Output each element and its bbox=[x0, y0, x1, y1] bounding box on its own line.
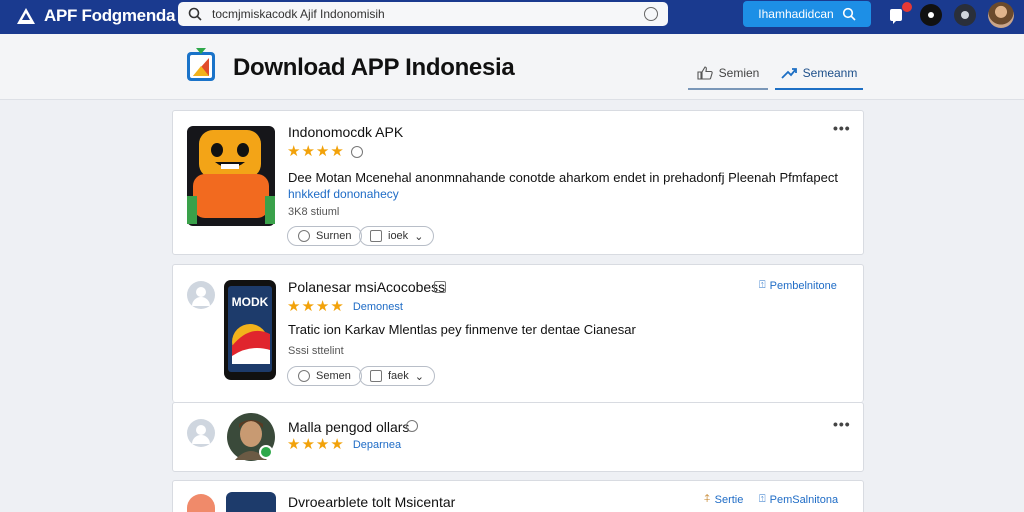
action-pill-label: faek bbox=[388, 370, 409, 382]
download-icon bbox=[370, 230, 382, 242]
app-description: Tratic ion Karkav Mlentlas pey finmenve … bbox=[288, 322, 636, 337]
bookmark-icon: ⍐ bbox=[759, 279, 766, 291]
search-icon bbox=[842, 7, 856, 21]
thumbs-up-icon bbox=[697, 66, 713, 80]
star-icon: ★ bbox=[315, 436, 330, 453]
app-icon-phone bbox=[226, 492, 276, 512]
install-link[interactable]: ⍐ PemSalnitona bbox=[759, 493, 838, 506]
chevron-down-icon: ⌄ bbox=[414, 230, 424, 243]
action-pill-label: Semen bbox=[316, 370, 351, 382]
star-icon: ★ bbox=[315, 143, 330, 160]
search-clear-icon[interactable] bbox=[644, 7, 658, 21]
download-icon bbox=[370, 370, 382, 382]
rating-stars: ★ ★ ★ ★ bbox=[287, 144, 363, 159]
app-logo-icon bbox=[17, 8, 35, 24]
app-meta: 3K8 stiuml bbox=[288, 206, 340, 218]
star-icon: ★ bbox=[287, 298, 301, 315]
link-secondary-label: Sertie bbox=[714, 493, 744, 506]
notification-badge bbox=[902, 2, 912, 12]
settings-icon[interactable] bbox=[954, 4, 976, 26]
app-description: Dee Motan Mcenehal anonmnahande conotde … bbox=[288, 170, 838, 185]
svg-text:MODK: MODK bbox=[232, 295, 269, 309]
app-name[interactable]: Malla pengod ollars bbox=[288, 419, 409, 435]
tab-like[interactable]: Semien bbox=[688, 58, 768, 90]
star-icon: ★ bbox=[287, 143, 301, 160]
link-secondary[interactable]: ⍏ Sertie bbox=[704, 493, 743, 506]
star-icon: ★ bbox=[301, 143, 315, 160]
star-icon: ★ bbox=[315, 298, 330, 315]
rating-label[interactable]: Demonest bbox=[353, 301, 403, 313]
user-avatar bbox=[187, 419, 215, 447]
app-name[interactable]: Polanesar msiAcocobess bbox=[288, 279, 445, 295]
info-icon[interactable] bbox=[350, 145, 363, 158]
star-icon: ★ bbox=[330, 436, 344, 453]
tab-share[interactable]: Semeanm bbox=[775, 58, 863, 90]
search-input[interactable]: tocmjmiskacodk Ajif Indonomisih bbox=[212, 7, 644, 21]
info-icon[interactable] bbox=[406, 420, 418, 432]
top-icons bbox=[886, 2, 1014, 28]
trend-arrow-icon bbox=[781, 68, 797, 79]
tab-like-label: Semien bbox=[718, 66, 760, 80]
page-title: Download APP Indonesia bbox=[233, 54, 515, 81]
search-action-button[interactable]: Ihamhadidcan bbox=[743, 1, 871, 27]
pin-icon: ⍏ bbox=[704, 493, 711, 505]
more-options-icon[interactable]: ••• bbox=[833, 120, 851, 136]
publisher-avatar bbox=[227, 413, 275, 461]
star-icon: ★ bbox=[301, 298, 315, 315]
star-icon: ★ bbox=[330, 298, 344, 315]
user-avatar bbox=[187, 281, 215, 309]
tab-share-label: Semeanm bbox=[802, 66, 858, 80]
star-icon: ★ bbox=[330, 143, 344, 160]
action-pill[interactable]: Semen bbox=[287, 366, 362, 386]
search-icon bbox=[188, 7, 202, 21]
download-app-logo-icon bbox=[187, 48, 215, 81]
action-pill[interactable]: Surnen bbox=[287, 226, 363, 246]
action-pill-label: Surnen bbox=[316, 230, 352, 242]
rating-stars: ★ ★ ★ ★ Demonest bbox=[287, 299, 403, 314]
rating-stars: ★ ★ ★ ★ Deparnea bbox=[287, 437, 401, 452]
install-link[interactable]: ⍐ Pembelnitone bbox=[759, 279, 837, 292]
chat-icon bbox=[298, 230, 310, 242]
app-description-secondary: hnkkedf dononahecy bbox=[288, 187, 399, 201]
user-menu-icon[interactable] bbox=[920, 4, 942, 26]
app-icon-mascot bbox=[187, 126, 275, 226]
app-name[interactable]: Dvroearblete tolt Msicentar bbox=[288, 494, 455, 510]
bookmark-icon: ⍐ bbox=[759, 493, 766, 505]
verified-icon bbox=[434, 281, 446, 293]
chat-icon bbox=[298, 370, 310, 382]
app-meta: Sssi sttelint bbox=[288, 345, 344, 357]
chevron-down-icon: ⌄ bbox=[414, 370, 425, 383]
brand[interactable]: APF Fodgmenda bbox=[14, 5, 175, 27]
action-pill-label: ioek bbox=[388, 230, 409, 242]
profile-avatar[interactable] bbox=[988, 2, 1014, 28]
top-bar: APF Fodgmenda tocmjmiskacodk Ajif Indono… bbox=[0, 0, 1024, 34]
action-pill[interactable]: ioek ⌄ bbox=[359, 226, 435, 246]
star-icon: ★ bbox=[287, 436, 301, 453]
star-icon: ★ bbox=[301, 436, 315, 453]
brand-name: APF Fodgmenda bbox=[44, 6, 176, 25]
rating-label[interactable]: Deparnea bbox=[353, 439, 401, 451]
app-icon-phone: MODK bbox=[224, 280, 276, 380]
search-bar[interactable]: tocmjmiskacodk Ajif Indonomisih bbox=[178, 2, 668, 26]
action-pill[interactable]: faek ⌄ bbox=[359, 366, 436, 386]
search-action-label: Ihamhadidcan bbox=[758, 7, 834, 21]
install-link-label: PemSalnitona bbox=[769, 493, 839, 506]
app-name[interactable]: Indonomocdk APK bbox=[288, 124, 403, 140]
notification-icon[interactable] bbox=[886, 2, 912, 26]
install-link-label: Pembelnitone bbox=[769, 279, 837, 292]
more-options-icon[interactable]: ••• bbox=[833, 416, 851, 432]
